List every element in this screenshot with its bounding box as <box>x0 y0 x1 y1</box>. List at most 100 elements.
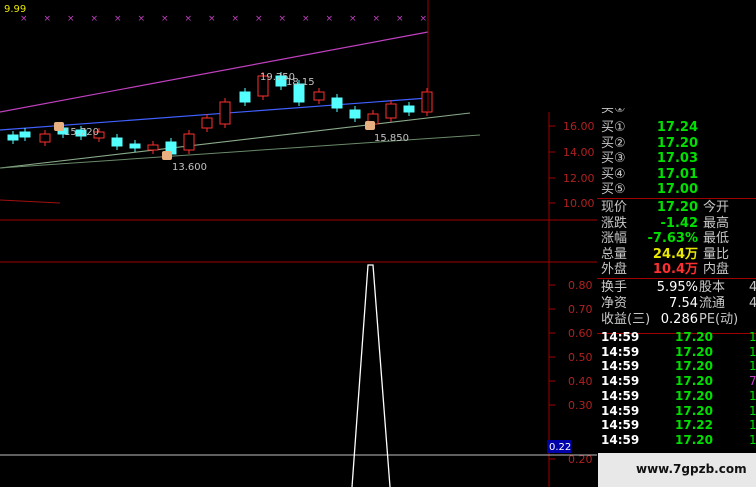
signal-marker-icon: × <box>373 14 381 24</box>
indicator-tick: 0.70 <box>568 303 593 316</box>
hand-marker-icon <box>54 121 375 160</box>
candle-body <box>111 137 123 147</box>
signal-marker-icon: × <box>44 14 52 24</box>
price-tick: 14.00 <box>563 146 595 159</box>
indicator-tick: 0.30 <box>568 399 593 412</box>
candle-body <box>201 117 213 129</box>
info-row: 净资 7.54 流通 4 <box>597 296 756 311</box>
tick-time: 14:59 <box>601 359 640 374</box>
signal-marker-icon: × <box>255 14 263 24</box>
tick-price: 17.20 <box>675 374 713 389</box>
stat-value: -1.42 <box>660 215 698 231</box>
tick-row: 14:59 17.20 1 <box>597 433 756 448</box>
bid-price: 17.00 <box>656 182 698 197</box>
info-label-2: PE(动) <box>699 312 739 327</box>
bid-row: 买③ 17.03 <box>597 151 756 166</box>
quote-panel: 买① 买① 17.24 买② 17.20 买③ 17.03 买④ 17.01 买⑤ 17.00 现… <box>597 108 756 487</box>
ma-line-magenta <box>0 31 429 113</box>
bid-label: 买② <box>601 135 626 151</box>
stat-label-2: 最高 <box>703 215 730 231</box>
candlesticks <box>7 72 433 158</box>
signal-marker-icon: × <box>326 14 334 24</box>
signal-marker-icon: × <box>208 14 216 24</box>
candle-body <box>7 134 19 141</box>
bid-label: 买① <box>601 120 626 135</box>
signal-marker-icon: × <box>161 14 169 24</box>
signal-markers: × × × × × × × × × × × × × × × × × × <box>20 14 427 24</box>
price-tick: 10.00 <box>563 197 595 210</box>
stat-row: 外盘 10.4万 内盘 <box>597 262 756 277</box>
info-label-2: 股本 <box>699 280 726 295</box>
bid-label: 买⑤ <box>601 182 626 197</box>
stat-value: 10.4万 <box>652 262 698 277</box>
signal-marker-icon: × <box>20 14 28 24</box>
info-row: 收益(三) 0.286 PE(动) <box>597 312 756 327</box>
bid-row: 买⑤ 17.00 <box>597 182 756 197</box>
tick-row: 14:59 17.20 7 <box>597 374 756 389</box>
info-value: 7.54 <box>669 296 698 311</box>
annotation-left: 15.720 <box>64 127 99 138</box>
watermark-text: www.7gpzb.com <box>636 462 747 476</box>
stat-label: 外盘 <box>601 262 628 277</box>
tick-time: 14:59 <box>601 388 640 403</box>
tick-row: 14:59 17.22 1 <box>597 418 756 433</box>
stat-label-2: 最低 <box>703 231 730 246</box>
signal-marker-icon: × <box>420 14 428 24</box>
indicator-tick: 0.40 <box>568 375 593 388</box>
stat-label: 总量 <box>601 246 628 262</box>
candle-body <box>313 91 325 101</box>
bid-label: 买① <box>601 108 626 116</box>
info-row: 换手 5.95% 股本 4 <box>597 280 756 295</box>
annotation-low: 13.600 <box>172 162 207 173</box>
indicator-label: 9.99 <box>4 4 26 15</box>
tick-row: 14:59 17.20 1 <box>597 389 756 404</box>
price-tick: 16.00 <box>563 120 595 133</box>
tick-time: 14:59 <box>601 418 640 433</box>
tick-price: 17.22 <box>675 418 713 433</box>
candle-body <box>129 143 141 149</box>
stat-row: 总量 24.4万 量比 <box>597 247 756 262</box>
price-scale: 16.00 14.00 12.00 10.00 <box>549 120 595 210</box>
tick-price: 17.20 <box>675 403 713 418</box>
info-value: 0.286 <box>660 312 698 327</box>
annotation-right: 15.850 <box>374 133 409 144</box>
tick-price: 17.20 <box>675 330 713 344</box>
candle-body <box>421 91 433 113</box>
info-value: 5.95% <box>656 280 698 295</box>
signal-marker-icon: × <box>349 14 357 24</box>
tick-time: 14:59 <box>601 432 640 447</box>
stat-row: 现价 17.20 今开 <box>597 200 756 215</box>
indicator-tick: 0.80 <box>568 279 593 292</box>
signal-marker-icon: × <box>302 14 310 24</box>
bid-price: 17.01 <box>656 166 698 182</box>
bid-row: 买② 17.20 <box>597 136 756 151</box>
stat-label: 涨跌 <box>601 215 628 231</box>
indicator-tick: 0.60 <box>568 327 593 340</box>
bid-label: 买③ <box>601 151 626 166</box>
signal-marker-icon: × <box>67 14 75 24</box>
tick-row: 14:59 17.20 1 <box>597 345 756 360</box>
signal-marker-icon: × <box>91 14 99 24</box>
bid-price: 17.03 <box>656 151 698 166</box>
candle-body <box>349 109 361 119</box>
indicator-scale: 0.80 0.70 0.60 0.50 0.40 0.30 0.20 <box>549 279 593 466</box>
signal-marker-icon: × <box>114 14 122 24</box>
signal-marker-icon: × <box>138 14 146 24</box>
stat-label: 现价 <box>601 200 628 215</box>
indicator-tick: 0.50 <box>568 351 593 364</box>
info-label: 换手 <box>601 280 628 295</box>
panel-divider <box>597 278 756 279</box>
tick-volume: 1 <box>749 344 756 359</box>
tick-volume: 1 <box>749 403 756 418</box>
stat-label: 涨幅 <box>601 231 628 246</box>
candle-body <box>403 105 415 113</box>
signal-marker-icon: × <box>232 14 240 24</box>
stat-value: 24.4万 <box>652 246 698 262</box>
tick-price: 17.20 <box>675 359 713 374</box>
tick-row: 14:59 17.20 1 <box>597 404 756 419</box>
stat-label-2: 内盘 <box>703 262 730 277</box>
info-label-2: 流通 <box>699 296 726 311</box>
info-label: 净资 <box>601 296 628 311</box>
tick-row: 14:59 17.20 1 <box>597 359 756 374</box>
tick-volume: 1 <box>749 432 756 447</box>
